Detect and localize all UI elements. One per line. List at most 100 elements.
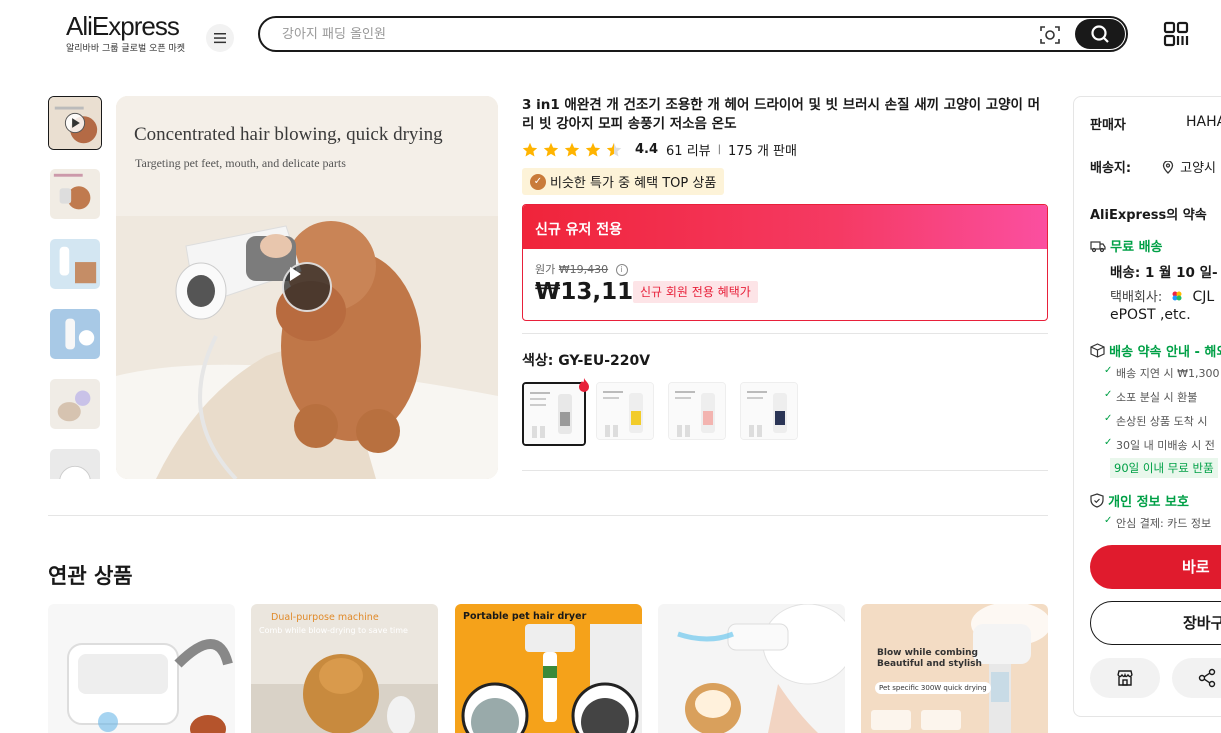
card-caption: Portable pet hair dryer <box>463 611 587 622</box>
guarantee-row[interactable]: 배송 약속 안내 - 해외 <box>1090 341 1221 360</box>
location-pin-icon <box>1162 160 1174 174</box>
qr-code-icon <box>1163 21 1189 47</box>
seller-name-link[interactable]: HAHA <box>1186 114 1221 130</box>
related-product-card[interactable] <box>658 604 845 733</box>
divider <box>522 333 1048 334</box>
store-button[interactable] <box>1090 658 1160 698</box>
hamburger-icon <box>214 33 226 44</box>
guarantee-item: 소포 분실 시 환불 <box>1104 389 1197 405</box>
courier-value: CJL <box>1192 289 1215 305</box>
play-icon <box>290 267 301 281</box>
thumbnail-image <box>49 97 101 149</box>
aliexpress-logo[interactable]: AliExpress 알리바바 그룹 글로벌 오픈 마켓 <box>66 12 185 54</box>
privacy-title: 개인 정보 보호 <box>1108 495 1189 510</box>
share-button[interactable] <box>1172 658 1221 698</box>
star-icon <box>543 142 559 157</box>
category-menu-button[interactable] <box>206 24 234 52</box>
info-icon[interactable]: i <box>615 264 628 276</box>
buy-now-button[interactable]: 바로 <box>1090 545 1221 589</box>
swatch-yellow[interactable] <box>596 382 654 440</box>
hot-fire-icon <box>579 378 589 392</box>
swatch-image <box>597 383 653 439</box>
rating-score: 4.4 <box>635 142 659 157</box>
badge-icon: ✓ <box>530 173 546 190</box>
add-to-cart-button[interactable]: 장바구 <box>1090 601 1221 645</box>
share-icon <box>1198 668 1216 688</box>
related-products-title: 연관 상품 <box>48 564 133 588</box>
thumbnail-video[interactable] <box>48 96 102 150</box>
swatch-pink[interactable] <box>668 382 726 440</box>
image-headline: Concentrated hair blowing, quick drying <box>134 124 443 145</box>
ship-to-selector[interactable]: 고양시 <box>1162 157 1216 176</box>
ship-to-value: 고양시 <box>1180 161 1217 176</box>
review-count-link[interactable]: 61 리뷰 <box>666 140 711 159</box>
truck-icon <box>1090 241 1106 253</box>
swatch-navy[interactable] <box>740 382 798 440</box>
thumbnail-5[interactable] <box>49 378 101 430</box>
swatch-image <box>524 384 584 444</box>
shield-icon <box>1090 493 1104 508</box>
courier-logo-icon <box>1172 291 1182 301</box>
related-product-card[interactable]: Portable pet hair dryer <box>455 604 642 733</box>
search-button[interactable] <box>1075 19 1125 49</box>
guarantee-item: 손상된 상품 도착 시 <box>1104 413 1208 429</box>
card-caption-2: Comb while blow-drying to save time <box>259 626 408 635</box>
thumbnail-4[interactable] <box>49 308 101 360</box>
box-icon <box>1090 343 1105 358</box>
top-benefit-badge[interactable]: ✓ 비슷한 특가 중 혜택 TOP 상품 <box>522 168 725 195</box>
related-product-card[interactable]: Blow while combing Beautiful and stylish… <box>861 604 1048 733</box>
related-product-image <box>251 604 438 733</box>
thumbnail-6[interactable] <box>49 448 101 479</box>
star-icon <box>522 142 538 157</box>
free-return-badge: 90일 이내 무료 반품 <box>1110 458 1218 478</box>
card-caption: Dual-purpose machine <box>271 612 379 623</box>
thumbnail-image <box>50 239 100 289</box>
sold-count: 175 개 판매 <box>728 144 797 159</box>
thumbnail-2[interactable] <box>49 168 101 220</box>
thumbnail-3[interactable] <box>49 238 101 290</box>
swatch-gray[interactable] <box>522 382 586 446</box>
main-product-image[interactable]: Concentrated hair blowing, quick drying … <box>116 96 498 479</box>
search-bar <box>258 16 1128 52</box>
free-shipping-row: 무료 배송 <box>1090 236 1163 255</box>
related-product-image <box>48 604 235 733</box>
price-tag-badge: 신규 회원 전용 혜택가 <box>633 281 758 303</box>
guarantee-item: 배송 지연 시 ₩1,300 <box>1104 365 1220 381</box>
product-title: 3 in1 애완견 개 건조기 조용한 개 헤어 드라이어 및 빗 브러시 손질… <box>522 97 1041 132</box>
privacy-row[interactable]: 개인 정보 보호 <box>1090 491 1189 510</box>
related-product-image <box>658 604 845 733</box>
star-icon <box>585 142 601 157</box>
badge-label: 비슷한 특가 중 혜택 TOP 상품 <box>550 176 717 191</box>
courier-label: 택배회사: <box>1110 290 1163 305</box>
thumbnail-image <box>50 379 100 429</box>
color-swatches <box>522 382 812 446</box>
divider <box>522 470 1048 471</box>
thumbnail-image <box>50 309 100 359</box>
price-box: 신규 유저 전용 원가 ₩19,430 i ₩13,119 신규 회원 전용 혜… <box>522 204 1048 321</box>
swatch-image <box>741 383 797 439</box>
courier-row: 택배회사: CJL <box>1110 286 1214 305</box>
thumbnail-strip <box>48 96 102 479</box>
separator: | <box>717 144 722 155</box>
star-icon <box>564 142 580 157</box>
original-price: ₩19,430 <box>558 263 609 276</box>
play-video-button[interactable] <box>282 262 332 312</box>
privacy-item: 안심 결제: 카드 정보 <box>1104 515 1211 531</box>
thumbnail-image <box>50 449 100 479</box>
image-subheadline: Targeting pet feet, mouth, and delicate … <box>135 156 346 170</box>
search-input[interactable] <box>282 24 1022 44</box>
related-product-image <box>455 604 642 733</box>
related-product-card[interactable]: Dual-purpose machine Comb while blow-dry… <box>251 604 438 733</box>
camera-scan-icon <box>1040 26 1060 44</box>
original-price-row: 원가 ₩19,430 i <box>535 261 628 277</box>
ship-to-label: 배송지: <box>1090 161 1132 176</box>
related-product-card[interactable] <box>48 604 235 733</box>
qr-code-button[interactable] <box>1162 20 1190 48</box>
new-user-banner: 신규 유저 전용 <box>523 205 1047 249</box>
color-label: 색상: GY-EU-220V <box>522 353 651 369</box>
star-rating[interactable] <box>522 142 627 158</box>
thumbnail-image <box>50 169 100 219</box>
rating-row: 4.4 61 리뷰 | 175 개 판매 <box>522 140 797 159</box>
image-search-button[interactable] <box>1038 24 1062 46</box>
half-star-icon <box>606 142 622 157</box>
